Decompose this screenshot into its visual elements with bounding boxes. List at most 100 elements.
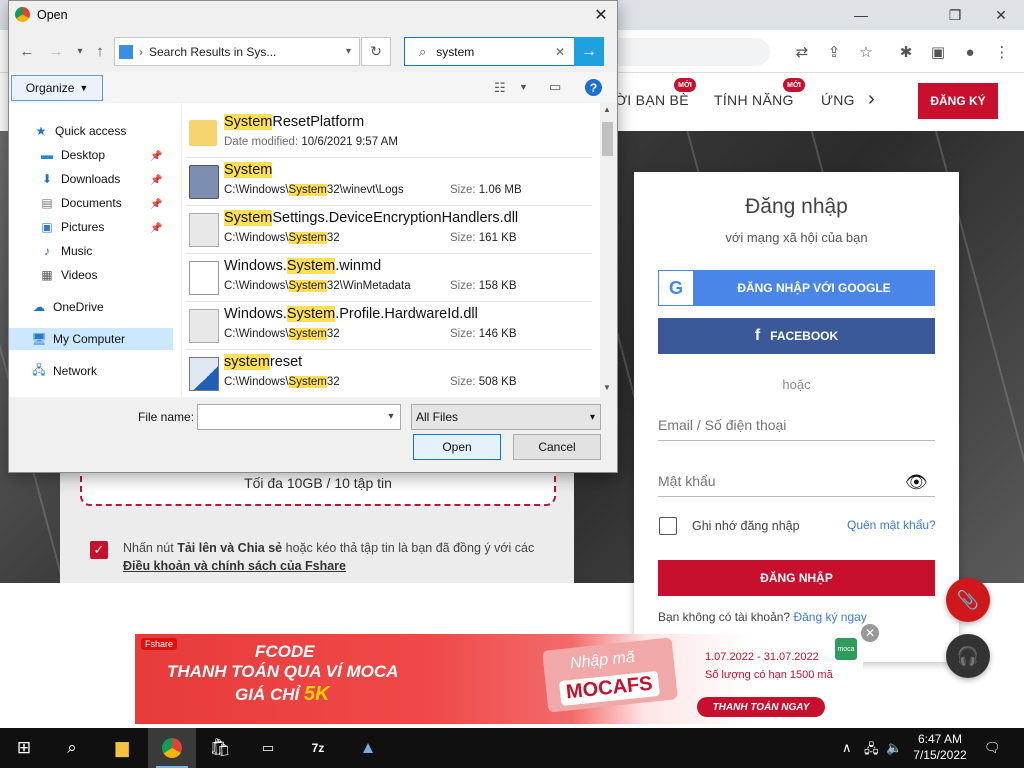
close-browser-button[interactable]: ✕ <box>978 0 1024 30</box>
7zip-icon[interactable]: 7z <box>294 728 342 768</box>
profile-icon[interactable]: ● <box>958 40 982 64</box>
forgot-password-link[interactable]: Quên mật khẩu? <box>847 518 936 532</box>
nav-desktop[interactable]: ▬ Desktop <box>9 144 173 166</box>
show-password-eye-icon[interactable]: 👁 <box>905 472 929 492</box>
forward-arrow-icon[interactable]: → <box>46 40 66 62</box>
nav-my-computer[interactable]: 🖥 My Computer <box>9 328 173 350</box>
view-dropdown-icon[interactable]: ▼ <box>519 82 528 92</box>
ad-close-icon[interactable]: ✕ <box>861 624 879 642</box>
side-panel-icon[interactable]: ▣ <box>926 40 950 64</box>
file-row[interactable]: SystemSettings.DeviceEncryptionHandlers.… <box>186 206 592 254</box>
help-icon[interactable]: ? <box>585 79 602 96</box>
facebook-login-button[interactable]: f FACEBOOK <box>658 318 935 354</box>
nav-label: Downloads <box>61 172 121 186</box>
volume-icon[interactable]: 🔈 <box>886 740 902 756</box>
file-type-select[interactable]: All Files ▾ <box>411 404 601 430</box>
file-row[interactable]: Windows.System.winmd C:\Windows\System32… <box>186 254 592 302</box>
support-headset-icon[interactable]: 🎧 <box>946 634 990 678</box>
scroll-up-icon[interactable]: ▲ <box>603 105 611 114</box>
share-icon[interactable]: ⇪ <box>822 40 846 64</box>
chrome-taskbar-icon[interactable] <box>148 728 196 768</box>
clock[interactable]: 6:47 AM 7/15/2022 <box>905 731 975 763</box>
file-size: Size: 1.06 MB <box>450 184 522 196</box>
computer-icon: 🖥 <box>31 332 47 346</box>
google-login-button[interactable]: G ĐĂNG NHẬP VỚI GOOGLE <box>658 270 935 306</box>
notifications-icon[interactable]: 🗨 <box>984 740 1001 756</box>
preview-pane-icon[interactable]: ▭ <box>549 79 561 95</box>
ad-subtitle: THANH TOÁN QUA VÍ MOCA <box>167 662 399 681</box>
bookmark-star-icon[interactable]: ☆ <box>854 40 878 64</box>
email-field[interactable] <box>658 410 935 441</box>
app-icon[interactable]: ▲ <box>344 728 392 768</box>
extensions-icon[interactable]: ✱ <box>894 40 918 64</box>
refresh-icon[interactable]: ↻ <box>361 37 391 66</box>
nav-invite-friends[interactable]: ỜI BẠN BÈ <box>615 92 689 108</box>
store-icon[interactable]: 🛍 <box>196 728 244 768</box>
pin-icon: 📌 <box>150 199 163 210</box>
nav-more-chevron-icon[interactable]: › <box>868 88 875 111</box>
nav-onedrive[interactable]: ☁ OneDrive <box>9 296 173 318</box>
tray-chevron-icon[interactable]: ∧ <box>842 740 852 756</box>
nav-music[interactable]: ♪ Music <box>9 240 173 262</box>
no-account-text: Bạn không có tài khoản? Đăng ký ngay <box>658 610 867 624</box>
search-go-arrow-icon[interactable]: → <box>574 37 604 66</box>
minimize-button[interactable]: — <box>838 0 884 30</box>
nav-documents[interactable]: ▤ Documents <box>9 192 173 214</box>
address-path[interactable]: › Search Results in Sys... ▾ <box>114 37 360 66</box>
chevron-down-icon: ▼ <box>79 83 89 93</box>
restore-button[interactable]: ❐ <box>932 0 978 30</box>
nav-quick-access[interactable]: ★ Quick access <box>9 120 173 142</box>
file-row[interactable]: Windows.System.Profile.HardwareId.dll C:… <box>186 302 592 350</box>
terms-link[interactable]: Điều khoản và chính sách của Fshare <box>123 559 346 573</box>
open-button[interactable]: Open <box>413 434 501 460</box>
password-field[interactable] <box>658 466 935 497</box>
ad-brand-logo: Fshare <box>141 638 178 650</box>
register-link[interactable]: Đăng ký ngay <box>793 610 866 624</box>
network-tray-icon[interactable]: 🖧 <box>864 740 879 762</box>
search-input[interactable]: system <box>436 45 474 59</box>
agree-checkbox[interactable]: ✓ <box>90 541 108 559</box>
scroll-down-icon[interactable]: ▼ <box>603 383 611 392</box>
file-row[interactable]: systemreset C:\Windows\System32 Size: 50… <box>186 350 592 397</box>
nav-apps[interactable]: ỨNG <box>821 92 855 108</box>
organize-button[interactable]: Organize ▼ <box>11 75 103 101</box>
terminal-icon[interactable]: ▭ <box>244 728 292 768</box>
search-box[interactable]: ⌕ system ✕ <box>404 37 576 66</box>
ad-dates: 1.07.2022 - 31.07.2022 <box>705 651 819 663</box>
search-results-folder-icon <box>119 44 133 59</box>
nav-pictures[interactable]: ▣ Pictures <box>9 216 173 238</box>
file-row[interactable]: SystemResetPlatform Date modified: 10/6/… <box>186 110 592 158</box>
nav-videos[interactable]: ▦ Videos <box>9 264 173 286</box>
dialog-close-icon[interactable]: ✕ <box>588 3 614 27</box>
cancel-button[interactable]: Cancel <box>513 434 601 460</box>
file-row[interactable]: System C:\Windows\System32\winevt\Logs S… <box>186 158 592 206</box>
up-arrow-icon[interactable]: ↑ <box>90 40 110 62</box>
signup-button[interactable]: ĐĂNG KÝ <box>918 83 998 119</box>
file-name-input[interactable] <box>197 404 401 430</box>
nav-label: OneDrive <box>53 300 104 314</box>
nav-label: Videos <box>61 268 98 282</box>
nav-features[interactable]: TÍNH NĂNG <box>714 92 794 108</box>
scrollbar-thumb[interactable] <box>602 122 613 156</box>
windows-start-icon[interactable]: ⊞ <box>0 728 48 768</box>
ad-cta-button[interactable]: THANH TOÁN NGAY <box>697 697 825 717</box>
search-icon[interactable]: ⌕ <box>48 728 96 768</box>
facebook-login-label: FACEBOOK <box>770 329 839 343</box>
clear-search-icon[interactable]: ✕ <box>555 45 565 59</box>
view-options-icon[interactable]: ☷ <box>494 80 506 96</box>
path-dropdown-icon[interactable]: ▾ <box>346 46 351 57</box>
address-bar[interactable] <box>600 38 770 66</box>
back-arrow-icon[interactable]: ← <box>17 40 37 62</box>
ad-price: GIÁ CHỈ 5K <box>235 683 330 706</box>
file-name-dropdown-icon[interactable]: ▾ <box>383 404 399 428</box>
login-submit-button[interactable]: ĐĂNG NHẬP <box>658 560 935 596</box>
translate-icon[interactable]: ⇄ <box>790 40 814 64</box>
clock-date: 7/15/2022 <box>913 748 967 762</box>
attachment-fab-icon[interactable]: 📎 <box>946 578 990 622</box>
nav-network[interactable]: 🖧 Network <box>9 360 173 382</box>
recent-locations-chevron-icon[interactable]: ▾ <box>70 40 90 62</box>
menu-icon[interactable]: ⋮ <box>990 40 1014 64</box>
remember-checkbox[interactable] <box>659 517 677 535</box>
file-explorer-icon[interactable]: ▆ <box>98 728 146 768</box>
nav-downloads[interactable]: ⬇ Downloads <box>9 168 173 190</box>
